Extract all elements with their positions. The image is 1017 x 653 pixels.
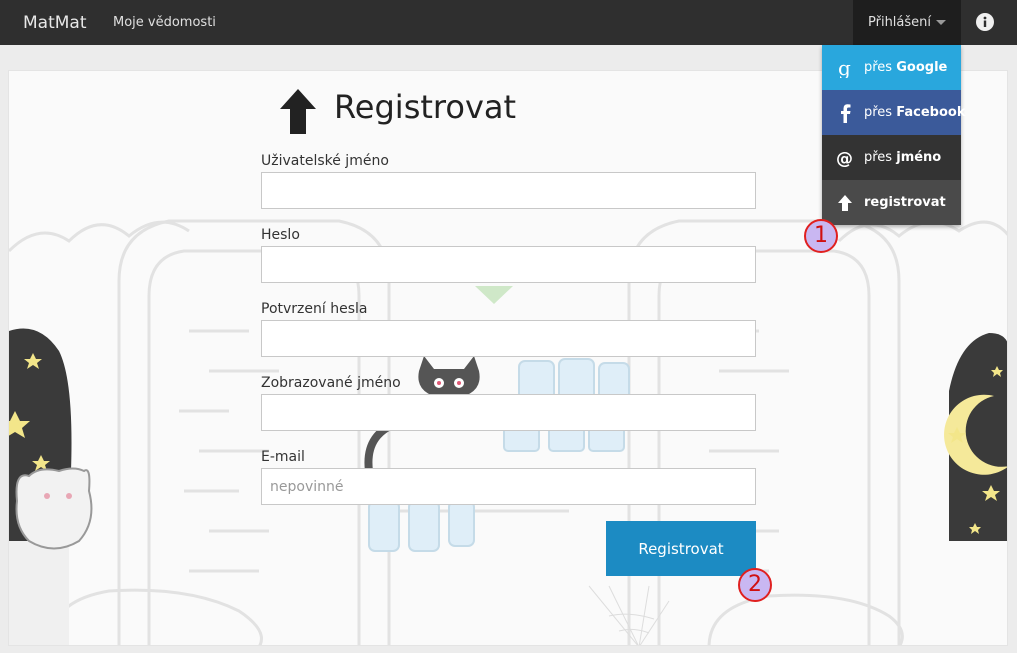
login-facebook-item[interactable]: přes Facebook bbox=[822, 90, 965, 135]
nav-link-my-knowledge[interactable]: Moje vědomosti bbox=[113, 15, 216, 30]
login-username-prefix: přes bbox=[864, 150, 893, 165]
password-label: Heslo bbox=[261, 227, 300, 243]
login-username-label: jméno bbox=[896, 150, 942, 165]
email-label: E-mail bbox=[261, 449, 305, 465]
login-google-prefix: přes bbox=[864, 60, 893, 75]
facebook-icon bbox=[841, 104, 851, 123]
login-google-label: Google bbox=[896, 60, 948, 75]
login-facebook-label: Facebook bbox=[896, 105, 966, 120]
password-field[interactable] bbox=[261, 246, 756, 283]
email-field[interactable] bbox=[261, 468, 756, 505]
login-dropdown-menu: g přes Google přes Facebook @ přes jméno… bbox=[822, 45, 965, 225]
svg-text:g: g bbox=[838, 58, 851, 78]
at-icon: @ bbox=[836, 149, 853, 168]
info-icon[interactable] bbox=[976, 13, 994, 31]
page-title: Registrovat bbox=[334, 88, 517, 126]
login-dropdown-toggle[interactable]: Přihlášení bbox=[853, 0, 961, 45]
svg-text:@: @ bbox=[836, 149, 853, 168]
password-confirm-label: Potvrzení hesla bbox=[261, 301, 368, 317]
login-google-item[interactable]: g přes Google bbox=[822, 45, 961, 90]
login-username-item[interactable]: @ přes jméno bbox=[822, 135, 961, 180]
up-arrow-icon bbox=[280, 89, 316, 134]
google-icon: g bbox=[838, 58, 851, 78]
login-toggle-label: Přihlášení bbox=[868, 15, 932, 30]
caret-down-icon bbox=[936, 20, 946, 25]
register-label: registrovat bbox=[864, 195, 946, 210]
password-confirm-field[interactable] bbox=[261, 320, 756, 357]
annotation-marker-1: 1 bbox=[804, 219, 838, 253]
username-field[interactable] bbox=[261, 172, 756, 209]
display-name-label: Zobrazované jméno bbox=[261, 375, 401, 391]
annotation-marker-2: 2 bbox=[738, 568, 772, 602]
up-arrow-icon bbox=[838, 195, 852, 211]
top-navbar: MatMat Moje vědomosti Přihlášení bbox=[0, 0, 1017, 45]
register-item[interactable]: registrovat bbox=[822, 180, 961, 225]
brand-logo[interactable]: MatMat bbox=[23, 13, 87, 33]
register-submit-button[interactable]: Registrovat bbox=[606, 521, 756, 576]
login-facebook-prefix: přes bbox=[864, 105, 893, 120]
display-name-field[interactable] bbox=[261, 394, 756, 431]
username-label: Uživatelské jméno bbox=[261, 153, 389, 169]
